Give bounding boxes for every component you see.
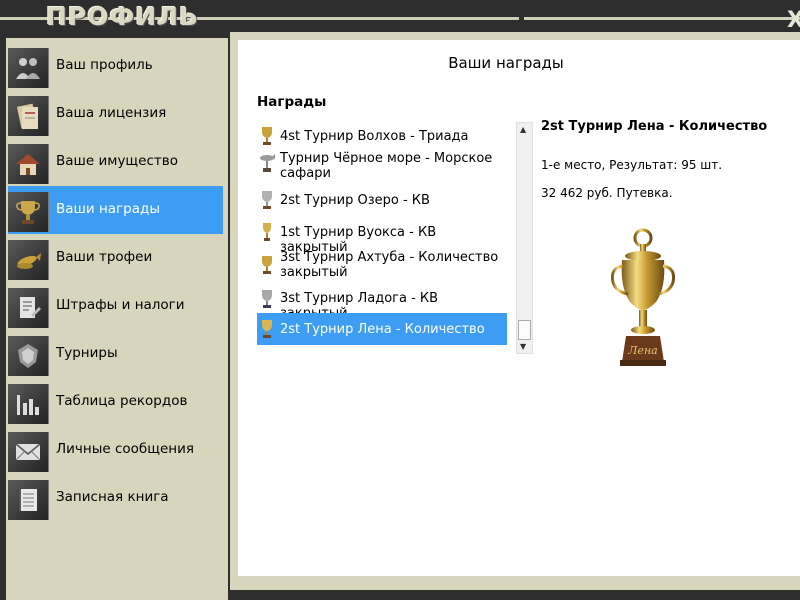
awards-scrollbar[interactable]: ▲ ▼ xyxy=(516,122,533,354)
gold-cup-icon xyxy=(259,254,275,276)
silver-cup-icon xyxy=(259,189,275,211)
close-button[interactable]: X xyxy=(787,10,800,32)
list-item[interactable]: 1st Турнир Вуокса - КВ закрытый xyxy=(257,218,507,255)
sidebar-item-label: Ваша лицензия xyxy=(56,105,167,121)
sidebar-item-profile[interactable]: Ваш профиль xyxy=(8,42,223,90)
section-title: Награды xyxy=(257,94,327,110)
award-label: Турнир Чёрное море - Морское сафари xyxy=(280,151,493,181)
list-item[interactable]: 3st Турнир Ахтуба - Количество закрытый xyxy=(257,246,507,282)
awards-list: 4st Турнир Волхов - Триада Турнир Чёрное… xyxy=(257,120,507,350)
sidebar: Ваш профиль Ваша лицензия Ваше имущество… xyxy=(6,38,228,600)
app-title: ПРОФИЛЬ xyxy=(46,2,200,31)
scroll-up-arrow-icon[interactable]: ▲ xyxy=(520,125,526,134)
silver-fish-trophy-icon xyxy=(259,152,275,174)
silver-cup-icon xyxy=(259,288,275,310)
sidebar-item-trophies[interactable]: Ваши трофеи xyxy=(8,234,223,282)
sidebar-item-messages[interactable]: Личные сообщения xyxy=(8,426,223,474)
envelope-icon xyxy=(8,432,49,472)
sidebar-item-label: Личные сообщения xyxy=(56,441,194,457)
panel-title: Ваши награды xyxy=(448,54,564,72)
sidebar-item-tournaments[interactable]: Турниры xyxy=(8,330,223,378)
sidebar-item-notebook[interactable]: Записная книга xyxy=(8,474,223,522)
people-icon xyxy=(8,48,49,88)
sidebar-item-label: Таблица рекордов xyxy=(56,393,188,409)
awards-panel: Ваши награды Награды 4st Турнир Волхов -… xyxy=(238,40,800,576)
list-item[interactable]: 2st Турнир Озеро - КВ xyxy=(257,186,507,214)
sidebar-item-label: Записная книга xyxy=(56,489,169,505)
award-label: 2st Турнир Лена - Количество xyxy=(280,322,485,337)
award-detail-result: 1-е место, Результат: 95 шт. xyxy=(541,158,723,172)
sidebar-item-label: Ваше имущество xyxy=(56,153,178,169)
notebook-icon xyxy=(8,480,49,520)
award-label: 2st Турнир Озеро - КВ xyxy=(280,193,430,208)
list-item[interactable]: Турнир Чёрное море - Морское сафари xyxy=(257,148,507,184)
trophy-engraving: Лена xyxy=(628,344,658,357)
sidebar-item-property[interactable]: Ваше имущество xyxy=(8,138,223,186)
list-item[interactable]: 3st Турнир Ладога - КВ закрытый xyxy=(257,284,507,321)
sidebar-item-license[interactable]: Ваша лицензия xyxy=(8,90,223,138)
sidebar-item-fines[interactable]: Штрафы и налоги xyxy=(8,282,223,330)
gold-cup-icon xyxy=(259,221,275,243)
list-item[interactable]: 2st Турнир Лена - Количество xyxy=(257,313,507,345)
sidebar-item-label: Штрафы и налоги xyxy=(56,297,185,313)
fish-icon xyxy=(8,240,49,280)
scroll-thumb[interactable] xyxy=(518,320,531,340)
list-item[interactable]: 4st Турнир Волхов - Триада xyxy=(257,124,507,148)
house-icon xyxy=(8,144,49,184)
tournament-emblem-icon xyxy=(8,336,49,376)
award-label: 4st Турнир Волхов - Триада xyxy=(280,129,469,144)
sidebar-item-awards[interactable]: Ваши награды xyxy=(8,186,223,234)
trophy-icon xyxy=(8,192,49,232)
sidebar-item-label: Ваши награды xyxy=(56,201,160,217)
bar-chart-icon xyxy=(8,384,49,424)
license-document-icon xyxy=(8,96,49,136)
sidebar-item-label: Турниры xyxy=(56,345,118,361)
award-detail-prize: 32 462 руб. Путевка. xyxy=(541,186,673,200)
sidebar-item-records[interactable]: Таблица рекордов xyxy=(8,378,223,426)
fine-document-icon xyxy=(8,288,49,328)
scroll-down-arrow-icon[interactable]: ▼ xyxy=(520,342,526,351)
gold-cup-icon xyxy=(259,125,275,147)
gold-cup-icon xyxy=(259,318,275,340)
award-detail-title: 2st Турнир Лена - Количество xyxy=(541,119,768,134)
sidebar-item-label: Ваши трофеи xyxy=(56,249,153,265)
sidebar-item-label: Ваш профиль xyxy=(56,57,153,73)
award-label: 3st Турнир Ахтуба - Количество закрытый xyxy=(280,250,499,280)
